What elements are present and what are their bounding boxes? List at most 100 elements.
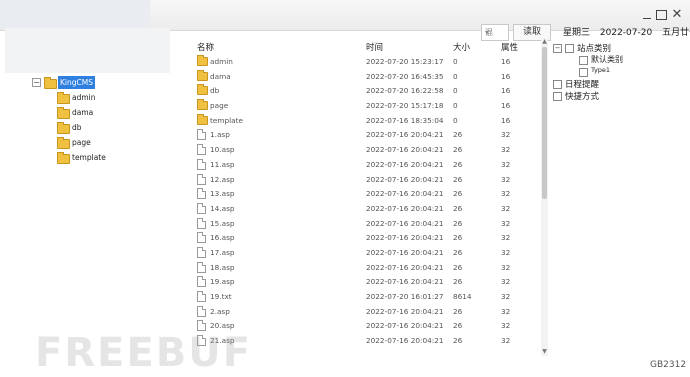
file-attr: 32: [501, 292, 511, 301]
file-size: 26: [453, 321, 463, 331]
file-attr: 16: [501, 115, 511, 125]
tree-node-root[interactable]: − KingCMS: [32, 76, 182, 91]
category-default[interactable]: 默认类别: [553, 54, 673, 66]
column-header-attr[interactable]: 属性: [501, 41, 518, 53]
file-size: 0: [453, 115, 458, 125]
file-name: 11.asp: [210, 159, 235, 169]
file-attr: 32: [501, 277, 511, 287]
file-row[interactable]: 16.asp 2022-07-16 20:04:21 26 32: [193, 230, 548, 245]
file-name: db: [210, 86, 220, 96]
file-size: 26: [453, 130, 463, 140]
file-list-header: 名称 时间 大小 属性: [193, 38, 548, 54]
file-time: 2022-07-20 15:23:17: [366, 57, 444, 66]
file-row[interactable]: dama 2022-07-20 16:45:35 0 16: [193, 69, 548, 84]
file-size: 26: [453, 159, 463, 169]
category-schedule[interactable]: 日程提醒: [553, 78, 673, 90]
file-size: 26: [453, 174, 463, 184]
category-label: Type1: [591, 66, 611, 74]
file-size: 0: [453, 86, 458, 96]
category-label: 快捷方式: [565, 92, 600, 102]
file-row[interactable]: 12.asp 2022-07-16 20:04:21 26 32: [193, 172, 548, 187]
file-name: 17.asp: [210, 247, 235, 257]
file-attr: 16: [501, 71, 511, 81]
file-attr: 32: [501, 174, 511, 184]
file-size: 8614: [453, 292, 472, 301]
file-row[interactable]: 11.asp 2022-07-16 20:04:21 26 32: [193, 157, 548, 172]
file-time: 2022-07-20 15:17:18: [366, 101, 444, 111]
category-type1[interactable]: Type1: [553, 66, 673, 78]
file-attr: 32: [501, 247, 511, 257]
category-label: 站点类别: [577, 44, 612, 54]
scroll-up-icon[interactable]: ▲: [541, 38, 548, 46]
file-name: 13.asp: [210, 189, 235, 199]
calendar-icon: [553, 80, 562, 89]
file-size: 0: [453, 57, 458, 66]
weekday: 星期三: [563, 28, 591, 38]
file-size: 0: [453, 101, 458, 111]
file-row[interactable]: 14.asp 2022-07-16 20:04:21 26 32: [193, 201, 548, 216]
file-row[interactable]: 1.asp 2022-07-16 20:04:21 26 32: [193, 127, 548, 142]
file-time: 2022-07-16 20:04:21: [366, 145, 444, 155]
vertical-scrollbar[interactable]: ▲ ▼: [541, 38, 548, 356]
file-name: 12.asp: [210, 174, 235, 184]
file-row[interactable]: 17.asp 2022-07-16 20:04:21 26 32: [193, 245, 548, 260]
watermark: FREEBUF: [35, 330, 253, 376]
shortcut-icon: [553, 92, 562, 101]
tree-node[interactable]: admin: [32, 91, 182, 106]
file-row[interactable]: page 2022-07-20 15:17:18 0 16: [193, 98, 548, 113]
file-size: 26: [453, 145, 463, 155]
close-icon[interactable]: ✕: [671, 8, 683, 21]
file-name: 18.asp: [210, 262, 235, 272]
file-time: 2022-07-16 20:04:21: [366, 262, 444, 272]
tree-node[interactable]: dama: [32, 106, 182, 121]
file-size: 26: [453, 262, 463, 272]
scroll-down-icon[interactable]: ▼: [541, 348, 548, 356]
file-time: 2022-07-20 16:22:58: [366, 86, 444, 96]
file-attr: 32: [501, 306, 511, 316]
file-name: 15.asp: [210, 218, 235, 228]
file-row[interactable]: db 2022-07-20 16:22:58 0 16: [193, 83, 548, 98]
column-header-name[interactable]: 名称: [197, 41, 214, 53]
file-row[interactable]: 13.asp 2022-07-16 20:04:21 26 32: [193, 186, 548, 201]
category-icon: [579, 68, 588, 77]
file-icon: [197, 188, 206, 200]
file-time: 2022-07-16 20:04:21: [366, 277, 444, 287]
file-name: 14.asp: [210, 203, 235, 213]
file-row[interactable]: template 2022-07-16 18:35:04 0 16: [193, 113, 548, 128]
tree-node[interactable]: page: [32, 136, 182, 151]
file-time: 2022-07-16 20:04:21: [366, 159, 444, 169]
category-site[interactable]: − 站点类别: [553, 42, 673, 54]
file-row[interactable]: 15.asp 2022-07-16 20:04:21 26 32: [193, 216, 548, 231]
file-name: 2.asp: [210, 306, 230, 316]
file-attr: 32: [501, 218, 511, 228]
folder-icon: [57, 137, 70, 149]
file-attr: 32: [501, 336, 511, 346]
file-rows: admin 2022-07-20 15:23:17 0 16 dama 2022-07-2…: [193, 54, 548, 348]
folder-icon: [197, 113, 208, 125]
file-row[interactable]: admin 2022-07-20 15:23:17 0 16: [193, 54, 548, 69]
file-attr: 32: [501, 159, 511, 169]
minimize-icon[interactable]: [641, 9, 653, 21]
file-name: 16.asp: [210, 233, 235, 243]
collapse-icon[interactable]: −: [553, 44, 562, 53]
file-time: 2022-07-16 20:04:21: [366, 336, 444, 346]
tree-node-label: template: [72, 153, 106, 162]
file-name: 19.txt: [210, 292, 232, 301]
column-header-time[interactable]: 时间: [366, 41, 383, 53]
directory-tree: − KingCMS admin dama db page template: [32, 76, 182, 166]
file-row[interactable]: 19.txt 2022-07-20 16:01:27 8614 32: [193, 289, 548, 304]
file-row[interactable]: 2.asp 2022-07-16 20:04:21 26 32: [193, 304, 548, 319]
maximize-icon[interactable]: [656, 10, 667, 20]
category-label: 日程提醒: [565, 80, 600, 90]
collapse-icon[interactable]: −: [32, 78, 41, 87]
column-header-size[interactable]: 大小: [453, 41, 470, 53]
category-shortcut[interactable]: 快捷方式: [553, 90, 673, 102]
file-row[interactable]: 19.asp 2022-07-16 20:04:21 26 32: [193, 274, 548, 289]
tree-node[interactable]: db: [32, 121, 182, 136]
tree-node[interactable]: template: [32, 151, 182, 166]
scrollbar-thumb[interactable]: [542, 47, 547, 199]
file-row[interactable]: 10.asp 2022-07-16 20:04:21 26 32: [193, 142, 548, 157]
file-size: 26: [453, 218, 463, 228]
file-icon: [197, 305, 206, 317]
file-row[interactable]: 18.asp 2022-07-16 20:04:21 26 32: [193, 260, 548, 275]
